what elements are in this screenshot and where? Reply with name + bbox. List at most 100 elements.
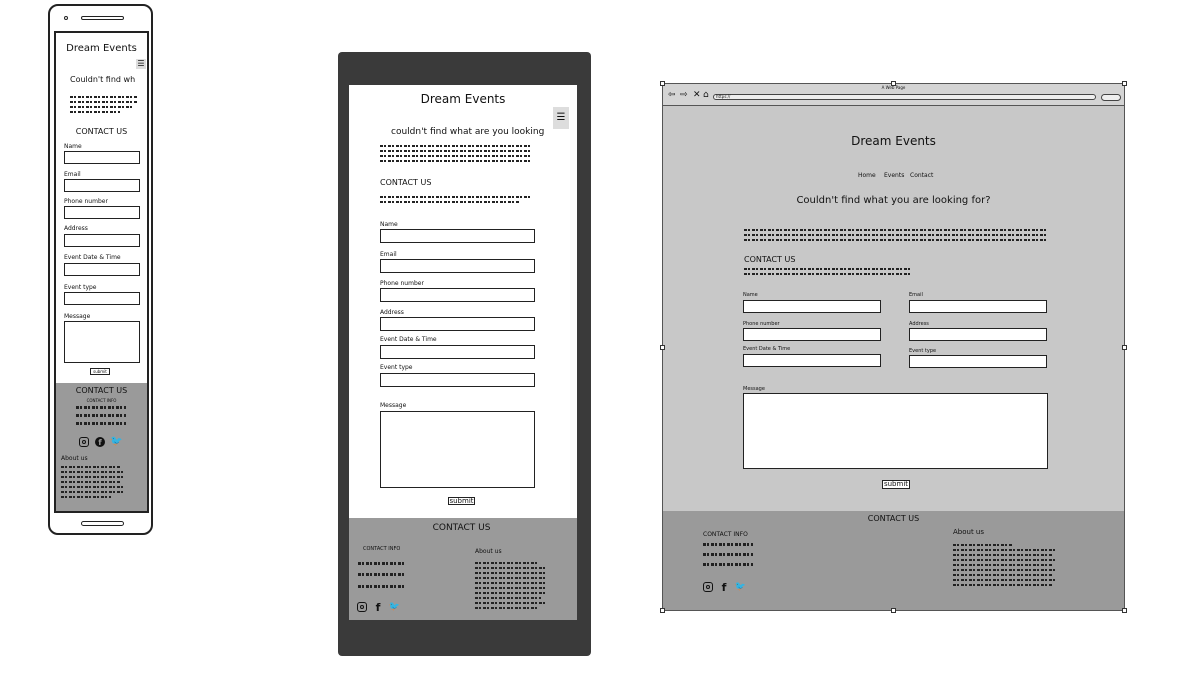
stop-icon[interactable]: ✕ <box>693 90 701 100</box>
placeholder-text <box>475 577 547 579</box>
address-field[interactable] <box>380 317 535 331</box>
placeholder-text <box>380 145 532 147</box>
resize-handle[interactable] <box>891 608 896 613</box>
event-type-field[interactable] <box>64 292 140 305</box>
placeholder-text <box>744 273 910 275</box>
contact-line <box>703 543 753 546</box>
field-label: Event type <box>380 364 413 371</box>
address-field[interactable] <box>64 234 140 247</box>
phone-speaker <box>81 16 124 20</box>
home-icon[interactable]: ⌂ <box>703 90 709 100</box>
resize-handle[interactable] <box>1122 345 1127 350</box>
placeholder-text <box>475 607 537 609</box>
resize-handle[interactable] <box>660 81 665 86</box>
name-field[interactable] <box>743 300 881 313</box>
placeholder-text <box>475 602 545 604</box>
hamburger-menu-icon[interactable]: ☰ <box>136 59 146 69</box>
resize-handle[interactable] <box>660 345 665 350</box>
event-date-field[interactable] <box>380 345 535 359</box>
phone-field[interactable] <box>743 328 881 341</box>
event-date-field[interactable] <box>64 263 140 276</box>
message-field[interactable] <box>64 321 140 363</box>
field-label: Event Date & Time <box>64 254 121 261</box>
footer-title: CONTACT US <box>432 523 491 533</box>
back-icon[interactable]: ⇦ <box>668 90 676 100</box>
nav-events[interactable]: Events <box>884 172 904 179</box>
field-label: Address <box>380 309 404 316</box>
placeholder-text <box>475 582 545 584</box>
site-title: Dream Events <box>66 43 137 54</box>
facebook-icon[interactable]: f <box>373 601 383 614</box>
phone-home-bar <box>81 521 124 526</box>
name-field[interactable] <box>64 151 140 164</box>
nav-home[interactable]: Home <box>858 172 876 179</box>
message-field[interactable] <box>743 393 1048 469</box>
phone-camera <box>64 16 68 20</box>
field-label: Address <box>909 321 929 327</box>
search-bar[interactable] <box>1101 94 1121 101</box>
page-heading: Couldn't find what you are looking for? <box>796 195 991 206</box>
footer-contact-info: CONTACT INFO <box>703 531 748 538</box>
event-type-field[interactable] <box>380 373 535 387</box>
phone-field[interactable] <box>380 288 535 302</box>
placeholder-text <box>475 567 547 569</box>
field-label: Name <box>380 221 398 228</box>
submit-button[interactable]: submit <box>448 497 475 505</box>
address-bar[interactable]: https:// <box>713 94 1096 100</box>
contact-heading: CONTACT US <box>744 255 796 264</box>
field-label: Message <box>743 386 765 392</box>
email-field[interactable] <box>909 300 1047 313</box>
placeholder-text <box>61 486 125 488</box>
placeholder-text <box>380 196 530 198</box>
address-field[interactable] <box>909 328 1047 341</box>
resize-handle[interactable] <box>1122 608 1127 613</box>
instagram-icon[interactable] <box>357 602 367 612</box>
contact-line <box>76 422 126 425</box>
resize-handle[interactable] <box>660 608 665 613</box>
instagram-icon[interactable] <box>703 582 713 592</box>
desktop-mockup: A Web Page ⇦ ⇨ ✕ ⌂ https:// Dream Events… <box>662 83 1125 611</box>
contact-heading: CONTACT US <box>380 178 432 187</box>
contact-line <box>76 414 126 417</box>
twitter-icon[interactable]: 🐦 <box>735 581 746 592</box>
tablet-mockup: Dream Events ☰ couldn't find what are yo… <box>338 52 591 656</box>
placeholder-text <box>475 597 541 599</box>
placeholder-text <box>953 579 1057 581</box>
placeholder-text <box>953 559 1057 561</box>
event-date-field[interactable] <box>743 354 881 367</box>
forward-icon[interactable]: ⇨ <box>680 90 688 100</box>
phone-mockup: Dream Events ☰ Couldn't find wh CONTACT … <box>48 4 153 535</box>
tablet-screen: Dream Events ☰ couldn't find what are yo… <box>349 85 577 620</box>
field-label: Email <box>380 251 397 258</box>
submit-button[interactable]: submit <box>90 368 110 375</box>
resize-handle[interactable] <box>891 81 896 86</box>
phone-screen: Dream Events ☰ Couldn't find wh CONTACT … <box>54 31 149 513</box>
resize-handle[interactable] <box>1122 81 1127 86</box>
placeholder-text <box>475 587 547 589</box>
field-label: Address <box>64 225 88 232</box>
email-field[interactable] <box>380 259 535 273</box>
facebook-icon[interactable]: f <box>95 437 105 447</box>
message-field[interactable] <box>380 411 535 488</box>
phone-field[interactable] <box>64 206 140 219</box>
email-field[interactable] <box>64 179 140 192</box>
placeholder-text <box>70 96 138 98</box>
contact-line <box>703 563 753 566</box>
browser-chrome: A Web Page ⇦ ⇨ ✕ ⌂ https:// <box>663 84 1124 106</box>
name-field[interactable] <box>380 229 535 243</box>
nav-contact[interactable]: Contact <box>910 172 933 179</box>
twitter-icon[interactable]: 🐦 <box>110 436 122 447</box>
placeholder-text <box>953 569 1057 571</box>
instagram-icon[interactable] <box>79 437 89 447</box>
event-type-field[interactable] <box>909 355 1047 368</box>
submit-button[interactable]: submit <box>882 480 910 489</box>
placeholder-text <box>380 160 532 162</box>
twitter-icon[interactable]: 🐦 <box>389 601 400 612</box>
facebook-icon[interactable]: f <box>719 581 729 594</box>
footer-contact-info: CONTACT INFO <box>363 546 401 552</box>
placeholder-text <box>70 111 120 113</box>
hamburger-menu-icon[interactable]: ☰ <box>553 107 569 129</box>
field-label: Phone number <box>380 280 424 287</box>
contact-heading: CONTACT US <box>75 127 128 136</box>
about-heading: About us <box>61 455 88 462</box>
